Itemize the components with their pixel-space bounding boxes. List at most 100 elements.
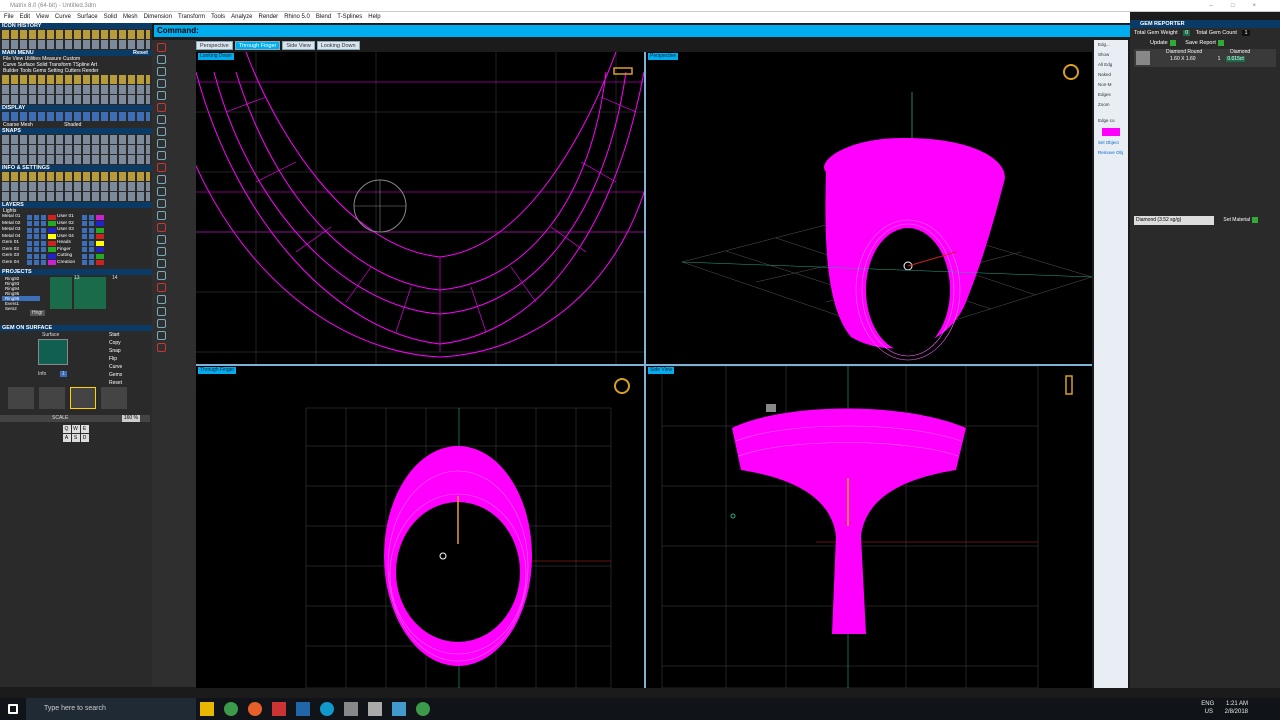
tool-icon[interactable] [157,55,166,64]
windows-start-icon[interactable] [8,704,18,714]
tool-icon[interactable] [157,223,166,232]
gos-copy-button[interactable]: Copy [106,339,122,347]
layer-color-swatch[interactable] [96,240,104,246]
project-list[interactable]: Ring92 Ring93 Ring94 Ring95 Ring96 Evers1 Sers… [2,276,40,311]
layer-toggle-icon[interactable] [27,260,32,266]
layer-toggle-icon[interactable] [41,234,46,240]
layer-toggle-icon[interactable] [41,253,46,259]
menu-item[interactable]: T-Splines [337,14,362,20]
tool-icon[interactable] [157,175,166,184]
key-q[interactable]: Q [62,424,71,433]
layer-toggle-icon[interactable] [41,240,46,246]
main-menu-row3[interactable]: Builder Tools Gems Setting Cutters Rende… [0,68,152,74]
app-icon[interactable] [296,702,310,716]
set-material-button[interactable]: Set Material [1223,216,1259,223]
menu-item[interactable]: Solid [104,14,117,20]
menu-item[interactable]: Surface [77,14,98,20]
layer-toggle-icon[interactable] [34,227,39,233]
tool-icon[interactable] [157,43,166,52]
key-w[interactable]: W [71,424,80,433]
right-strip-item[interactable]: Edges [1094,90,1128,100]
layer-toggle-icon[interactable] [82,240,87,246]
snaps-row-3[interactable] [2,155,150,164]
menu-item[interactable]: Rhino 5.0 [284,14,310,20]
layer-toggle-icon[interactable] [89,221,94,227]
gos-snap-button[interactable]: Snap [106,347,122,355]
layer-color-swatch[interactable] [48,234,56,240]
menu-item[interactable]: Transform [178,14,205,20]
material-select[interactable]: Diamond (3.52 sg/g) [1134,216,1214,225]
menu-item[interactable]: Blend [316,14,331,20]
menu-item[interactable]: File [4,14,14,20]
right-strip-item[interactable]: Zoom [1094,100,1128,116]
tool-icon[interactable] [157,199,166,208]
layer-toggle-icon[interactable] [82,253,87,259]
right-strip-item[interactable]: Sel Object [1094,138,1128,148]
layer-color-swatch[interactable] [48,260,56,266]
tab-looking-down[interactable]: Looking Down [316,41,360,50]
right-strip-item[interactable]: Edg... [1094,40,1128,50]
menu-item[interactable]: Curve [55,14,71,20]
tool-icon[interactable] [157,283,166,292]
folder-icon[interactable] [200,702,214,716]
info-row-3[interactable] [2,192,150,201]
tool-icon[interactable] [157,235,166,244]
menu-item[interactable]: Mesh [123,14,138,20]
layer-toggle-icon[interactable] [41,227,46,233]
surface-preview[interactable] [38,339,68,365]
gos-flip-button[interactable]: Flip [106,355,122,363]
scale-bar[interactable]: SCALE 160 % [0,415,150,422]
tool-icon[interactable] [157,187,166,196]
main-menu-reset[interactable]: Reset [133,50,152,56]
tool-icon[interactable] [157,163,166,172]
layer-toggle-icon[interactable] [34,234,39,240]
viewport-label-br[interactable]: Side View [648,367,675,374]
app-icon[interactable] [344,702,358,716]
viewport-label-tr[interactable]: Perspective [648,53,679,60]
layer-color-swatch[interactable] [96,247,104,253]
tool-icon[interactable] [157,259,166,268]
layer-toggle-icon[interactable] [82,234,87,240]
layer-toggle-icon[interactable] [27,253,32,259]
command-bar[interactable]: Command: [154,25,1130,37]
update-button[interactable]: Update [1150,38,1176,48]
system-tray[interactable]: ENG 1:21 AM US 2/8/2018 [1201,700,1248,716]
snaps-row[interactable] [2,135,150,144]
menu-item[interactable]: Help [368,14,380,20]
layer-toggle-icon[interactable] [89,247,94,253]
right-strip-item[interactable]: Show [1094,50,1128,60]
key-s[interactable]: S [71,433,80,442]
gem-shape-icon[interactable] [101,387,127,409]
layer-toggle-icon[interactable] [41,247,46,253]
gos-start-button[interactable]: Start [106,331,122,339]
right-strip-item[interactable]: Non-M [1094,80,1128,90]
project-button[interactable]: Hngr [30,310,45,316]
layer-toggle-icon[interactable] [34,240,39,246]
firefox-icon[interactable] [248,702,262,716]
info-value[interactable]: 1 [60,371,67,377]
layer-toggle-icon[interactable] [82,260,87,266]
tab-side-view[interactable]: Side View [282,41,315,50]
layer-toggle-icon[interactable] [89,240,94,246]
menu-item[interactable]: Render [259,14,279,20]
layer-color-swatch[interactable] [96,234,104,240]
tool-icon[interactable] [157,211,166,220]
gos-curve-button[interactable]: Curve [106,363,122,371]
chrome-icon[interactable] [416,702,430,716]
right-strip-item[interactable]: All Edg [1094,60,1128,70]
tool-icon[interactable] [157,115,166,124]
tool-icon[interactable] [157,343,166,352]
menu-item[interactable]: Analyze [231,14,252,20]
layer-toggle-icon[interactable] [41,260,46,266]
layer-toggle-icon[interactable] [89,253,94,259]
save-report-button[interactable]: Save Report [1185,38,1224,48]
curve-tools-row-3[interactable] [2,95,150,104]
tool-icon[interactable] [157,247,166,256]
tab-perspective[interactable]: Perspective [196,41,233,50]
app-icon[interactable] [368,702,382,716]
layer-toggle-icon[interactable] [34,221,39,227]
gem-shape-icon[interactable] [70,387,96,409]
menu-item[interactable]: Dimension [144,14,172,20]
display-row[interactable] [2,112,150,121]
menu-item[interactable]: Edit [20,14,30,20]
